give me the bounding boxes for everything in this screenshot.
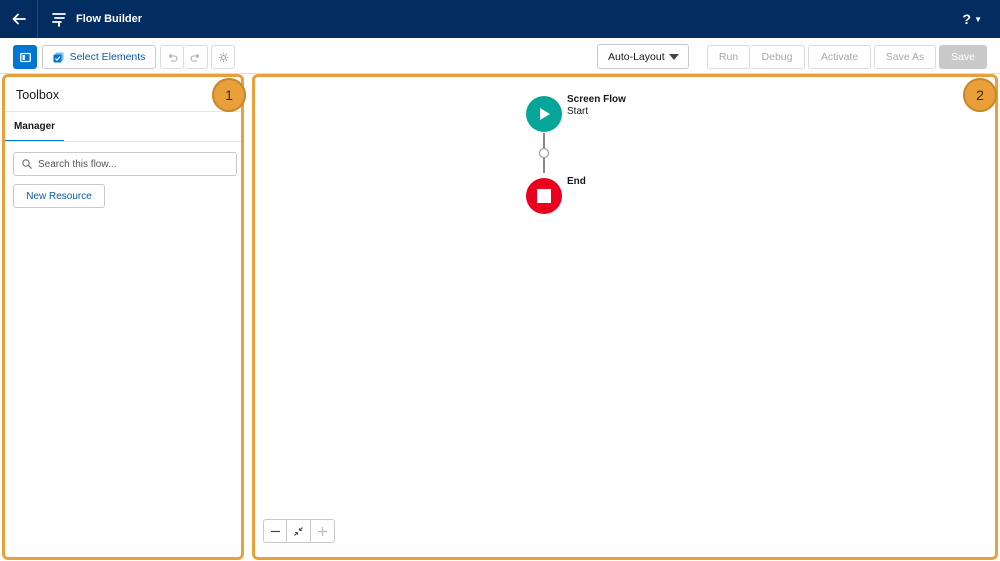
minus-icon bbox=[270, 530, 280, 532]
activate-button[interactable]: Activate bbox=[808, 45, 871, 69]
help-menu-button[interactable]: ? ▼ bbox=[963, 0, 982, 38]
back-button[interactable] bbox=[0, 0, 38, 38]
zoom-in-button[interactable] bbox=[311, 520, 334, 542]
toolbox-title: Toolbox bbox=[16, 88, 60, 102]
end-node[interactable] bbox=[526, 178, 562, 214]
save-button[interactable]: Save bbox=[939, 45, 987, 69]
search-box[interactable] bbox=[13, 152, 237, 176]
gear-icon bbox=[218, 52, 228, 62]
callout-badge-2: 2 bbox=[963, 78, 997, 112]
select-elements-button[interactable]: Select Elements bbox=[42, 45, 156, 69]
connector-line bbox=[543, 133, 545, 148]
arrow-left-icon bbox=[12, 13, 26, 25]
panel-left-icon bbox=[19, 52, 31, 62]
callout-badge-1: 1 bbox=[212, 78, 246, 112]
redo-button[interactable] bbox=[184, 45, 208, 69]
divider bbox=[5, 141, 241, 142]
caret-down-icon bbox=[669, 54, 679, 60]
toolbox-panel: Toolbox Manager New Resource bbox=[2, 74, 244, 560]
undo-button[interactable] bbox=[160, 45, 184, 69]
help-icon: ? bbox=[962, 11, 972, 27]
search-input[interactable] bbox=[38, 158, 218, 170]
start-node-subtitle: Start bbox=[567, 106, 589, 117]
save-as-button[interactable]: Save As bbox=[874, 45, 936, 69]
zoom-controls bbox=[263, 519, 335, 543]
layout-select[interactable]: Auto-Layout bbox=[597, 44, 689, 69]
play-icon bbox=[540, 108, 550, 120]
toggle-toolbox-button[interactable] bbox=[13, 45, 37, 69]
select-elements-icon bbox=[53, 52, 64, 62]
tab-manager[interactable]: Manager bbox=[5, 112, 64, 142]
select-elements-label: Select Elements bbox=[69, 51, 146, 63]
flow-icon bbox=[52, 13, 66, 27]
search-icon bbox=[22, 159, 32, 169]
zoom-out-button[interactable] bbox=[264, 520, 288, 542]
stop-icon bbox=[537, 189, 551, 203]
add-element-connector[interactable] bbox=[539, 148, 549, 158]
app-header: Flow Builder ? ▼ bbox=[0, 0, 1000, 38]
end-node-title: End bbox=[567, 176, 586, 187]
start-node-title: Screen Flow bbox=[567, 94, 626, 105]
new-resource-button[interactable]: New Resource bbox=[13, 184, 105, 208]
settings-button[interactable] bbox=[211, 45, 235, 69]
connector-line bbox=[543, 158, 545, 173]
redo-icon bbox=[190, 53, 200, 62]
debug-button[interactable]: Debug bbox=[750, 45, 805, 69]
run-button[interactable]: Run bbox=[707, 45, 750, 69]
caret-down-icon: ▼ bbox=[974, 14, 982, 24]
undo-icon bbox=[168, 53, 178, 62]
start-node[interactable] bbox=[526, 96, 562, 132]
app-title: Flow Builder bbox=[76, 13, 142, 25]
layout-select-value: Auto-Layout bbox=[608, 50, 665, 63]
flow-canvas[interactable]: Screen Flow Start End bbox=[252, 74, 998, 560]
collapse-arrows-icon bbox=[294, 526, 303, 536]
fit-to-view-button[interactable] bbox=[287, 520, 311, 542]
plus-icon bbox=[317, 526, 327, 536]
toolbar: Select Elements Auto-Layout Run Debug Ac… bbox=[0, 38, 1000, 74]
